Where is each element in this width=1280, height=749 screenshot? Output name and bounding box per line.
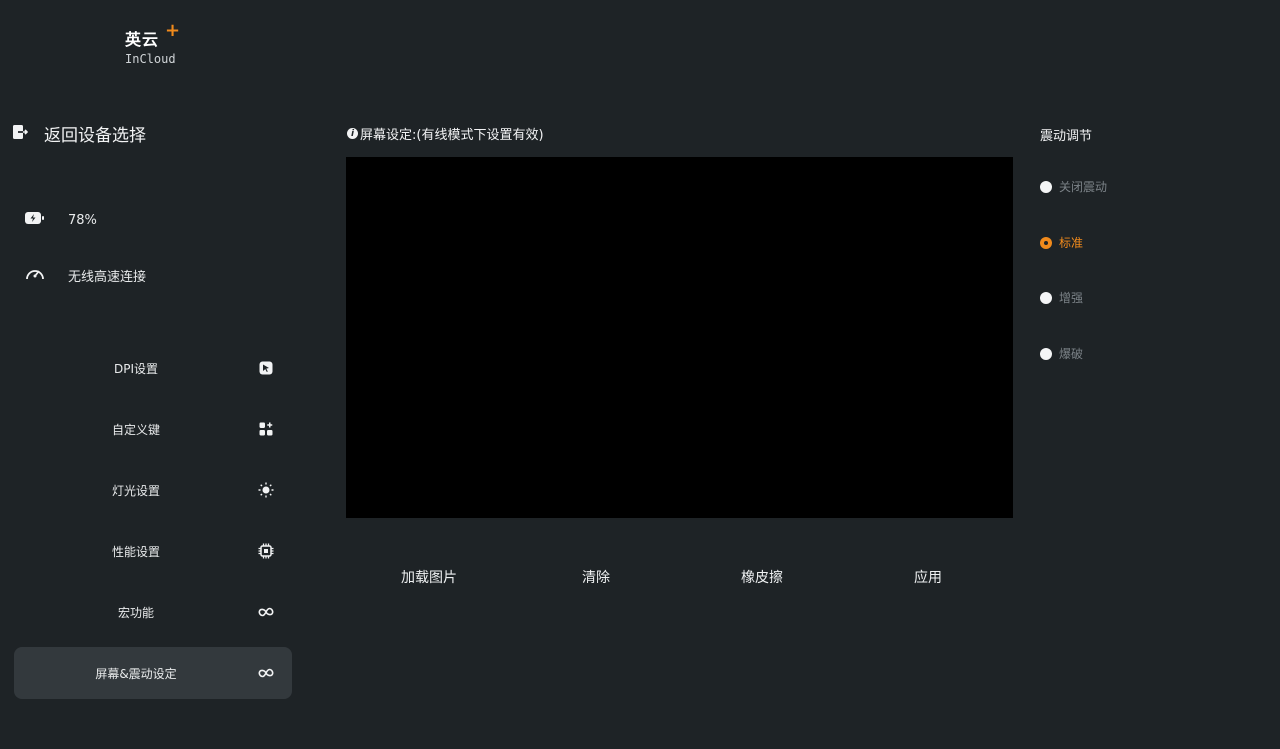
- radio-icon: [1040, 347, 1052, 360]
- sidebar-item-dpi[interactable]: DPI设置: [14, 342, 292, 394]
- infinity-icon: [258, 665, 274, 681]
- vibration-option-label: 关闭震动: [1059, 180, 1108, 194]
- connection-status: 无线高速连接: [24, 264, 146, 286]
- screen-settings-label: 屏幕设定:(有线模式下设置有效): [360, 128, 544, 143]
- sidebar-item-label: DPI设置: [113, 361, 159, 376]
- radio-icon: [1040, 291, 1052, 304]
- battery-status: 78%: [24, 210, 97, 230]
- sidebar-item-label: 自定义键: [111, 422, 160, 437]
- sidebar-item-custom-keys[interactable]: 自定义键: [14, 403, 292, 455]
- sidebar-item-label: 宏功能: [117, 605, 154, 620]
- sidebar: 英云 + InCloud 返回设备选择 78% 无线高速连接 DPI设置 自定义…: [0, 0, 306, 749]
- app-logo: 英云 + InCloud: [125, 20, 180, 66]
- info-icon: i: [347, 128, 358, 139]
- screen-preview-canvas[interactable]: [346, 157, 1013, 518]
- sidebar-item-performance[interactable]: 性能设置: [14, 525, 292, 577]
- radio-selected-icon: [1040, 236, 1052, 249]
- battery-icon: [24, 210, 46, 230]
- vibration-option-standard[interactable]: 标准: [1040, 234, 1083, 251]
- cursor-icon: [258, 360, 274, 376]
- battery-value: 78%: [68, 212, 97, 228]
- vibration-title: 震动调节: [1040, 129, 1093, 144]
- vibration-option-enhanced[interactable]: 增强: [1040, 289, 1083, 306]
- sidebar-item-label: 灯光设置: [111, 483, 160, 498]
- chip-icon: [258, 543, 274, 559]
- grid-plus-icon: [258, 421, 274, 437]
- back-label: 返回设备选择: [44, 126, 146, 146]
- load-image-button[interactable]: 加载图片: [401, 566, 457, 588]
- infinity-icon: [258, 604, 274, 620]
- sidebar-item-macro[interactable]: 宏功能: [14, 586, 292, 638]
- screen-settings-title: i 屏幕设定:(有线模式下设置有效): [347, 124, 544, 143]
- sidebar-menu: DPI设置 自定义键 灯光设置 性能设置 宏功能 屏幕&震动设定: [14, 342, 292, 708]
- sidebar-item-screen-vibration[interactable]: 屏幕&震动设定: [14, 647, 292, 699]
- logo-plus-icon: +: [165, 20, 181, 41]
- sidebar-item-label: 屏幕&震动设定: [95, 666, 177, 681]
- connection-value: 无线高速连接: [68, 269, 147, 285]
- vibration-option-label: 爆破: [1059, 347, 1084, 361]
- vibration-option-label: 标准: [1059, 236, 1084, 250]
- speedometer-icon: [24, 264, 46, 286]
- apply-button[interactable]: 应用: [914, 566, 942, 588]
- vibration-option-off[interactable]: 关闭震动: [1040, 178, 1107, 195]
- sidebar-item-label: 性能设置: [111, 544, 160, 559]
- exit-icon: [12, 124, 29, 144]
- eraser-button[interactable]: 橡皮擦: [741, 566, 783, 588]
- sidebar-item-lighting[interactable]: 灯光设置: [14, 464, 292, 516]
- radio-icon: [1040, 180, 1052, 193]
- logo-name-en: InCloud: [125, 52, 176, 66]
- sun-icon: [258, 482, 274, 498]
- vibration-option-burst[interactable]: 爆破: [1040, 345, 1083, 362]
- vibration-option-label: 增强: [1059, 291, 1084, 305]
- clear-button[interactable]: 清除: [582, 566, 610, 588]
- back-to-device-select-button[interactable]: 返回设备选择: [12, 121, 146, 146]
